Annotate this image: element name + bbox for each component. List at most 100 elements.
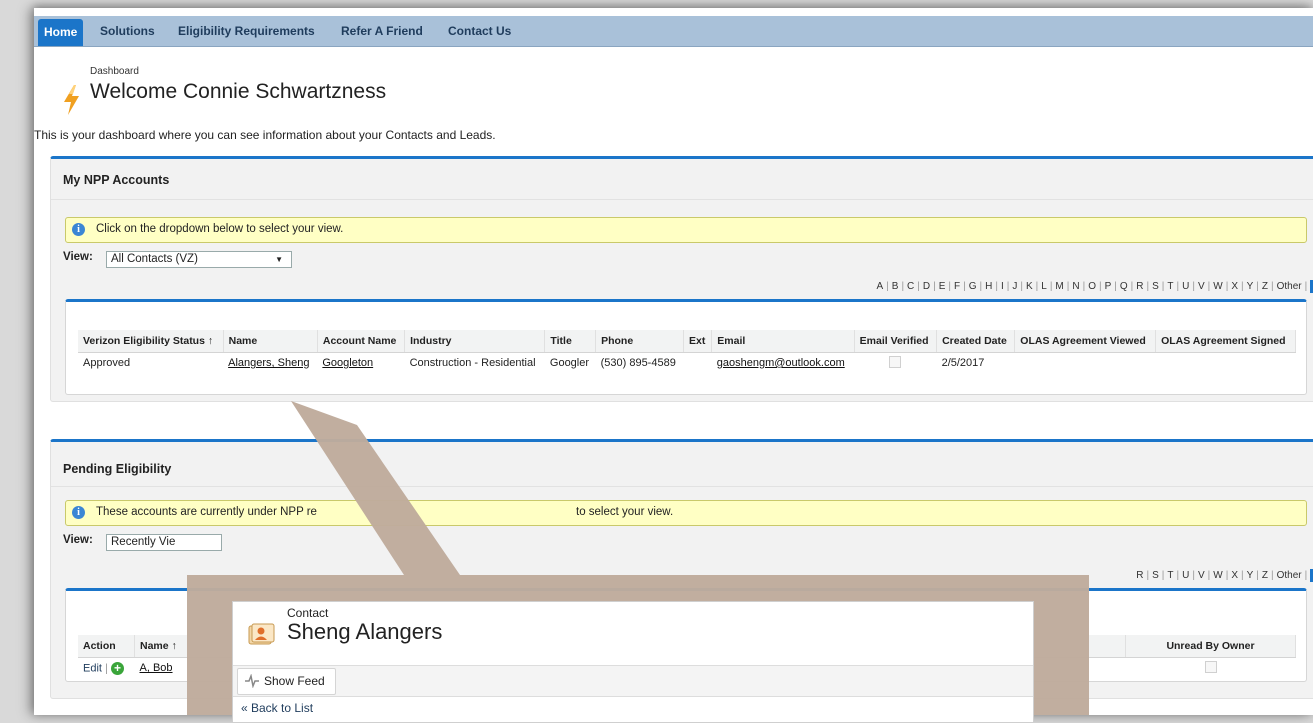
- col-header[interactable]: Unread By Owner: [1125, 635, 1296, 658]
- popup-title: Sheng Alangers: [287, 619, 443, 644]
- alpha-separator: |: [979, 281, 983, 292]
- top-nav: Home Solutions Eligibility Requirements …: [34, 16, 1313, 47]
- cell-phone: (530) 895-4589: [600, 357, 676, 369]
- contact-name-link[interactable]: A, Bob: [140, 662, 173, 674]
- alpha-separator: |: [1256, 281, 1259, 292]
- col-header[interactable]: OLAS Agreement Signed: [1155, 330, 1296, 353]
- alpha-separator: |: [1225, 281, 1229, 292]
- edit-link[interactable]: Edit: [83, 662, 102, 674]
- alpha-letter-other[interactable]: Other: [1277, 281, 1302, 292]
- alpha-letter-x[interactable]: X: [1231, 570, 1238, 581]
- alpha-separator: |: [1304, 570, 1308, 581]
- col-header[interactable]: Action: [78, 635, 135, 658]
- alpha-separator: |: [886, 281, 889, 292]
- alpha-letter-n[interactable]: N: [1072, 281, 1079, 292]
- panel-title: Pending Eligibility: [63, 462, 172, 476]
- alpha-separator: |: [1304, 281, 1308, 292]
- alpha-letter-z[interactable]: Z: [1262, 281, 1268, 292]
- alpha-letter-s[interactable]: S: [1152, 281, 1159, 292]
- col-header[interactable]: OLAS Agreement Viewed: [1014, 330, 1157, 353]
- alpha-separator: |: [1161, 281, 1165, 292]
- alpha-letter-s[interactable]: S: [1152, 570, 1159, 581]
- contact-card-icon: [248, 623, 275, 645]
- accounts-table: Verizon Eligibility Status ↑ Name Accoun…: [78, 330, 1296, 373]
- tab-eligibility-requirements[interactable]: Eligibility Requirements: [178, 16, 315, 46]
- account-name-link[interactable]: Googleton: [322, 357, 373, 369]
- alpha-letter-e[interactable]: E: [939, 281, 946, 292]
- alpha-letter-p[interactable]: P: [1105, 281, 1112, 292]
- alpha-letter-y[interactable]: Y: [1247, 281, 1254, 292]
- alpha-letter-v[interactable]: V: [1198, 570, 1205, 581]
- alpha-letter-r[interactable]: R: [1136, 281, 1143, 292]
- alpha-letter-v[interactable]: V: [1198, 281, 1205, 292]
- alpha-letter-b[interactable]: B: [892, 281, 899, 292]
- view-select[interactable]: All Contacts (VZ) ▼: [106, 251, 292, 268]
- info-icon: i: [72, 506, 85, 519]
- add-icon[interactable]: +: [110, 661, 124, 675]
- alpha-letter-f[interactable]: F: [954, 281, 960, 292]
- contact-popup: Contact Sheng Alangers Show Feed « Back …: [232, 601, 1034, 723]
- tab-solutions[interactable]: Solutions: [100, 16, 155, 46]
- alpha-letter-u[interactable]: U: [1182, 281, 1189, 292]
- table-header-row: Verizon Eligibility Status ↑ Name Accoun…: [78, 330, 1296, 353]
- accounts-list: Verizon Eligibility Status ↑ Name Accoun…: [65, 299, 1307, 395]
- alpha-letter-j[interactable]: J: [1012, 281, 1017, 292]
- col-header[interactable]: Phone: [595, 330, 685, 353]
- page-description: This is your dashboard where you can see…: [34, 128, 496, 142]
- col-header[interactable]: Industry: [404, 330, 546, 353]
- cell-ext: [684, 353, 712, 374]
- alpha-letter-t[interactable]: T: [1167, 281, 1173, 292]
- contact-name-link[interactable]: Alangers, Sheng: [228, 357, 309, 369]
- alphabet-filter: A | B | C | D | E | F | G | H | I | J | K | L | M | N | O | P | Q | R | S | T |…: [876, 280, 1313, 293]
- alpha-letter-z[interactable]: Z: [1262, 570, 1268, 581]
- tab-home[interactable]: Home: [38, 19, 84, 46]
- alpha-separator: |: [933, 281, 936, 292]
- email-verified-checkbox: [889, 355, 902, 368]
- alpha-letter-m[interactable]: M: [1055, 281, 1063, 292]
- alpha-letter-o[interactable]: O: [1088, 281, 1096, 292]
- alpha-letter-a[interactable]: A: [876, 281, 883, 292]
- email-link[interactable]: gaoshengm@outlook.com: [717, 357, 845, 369]
- tab-contact-us[interactable]: Contact Us: [448, 16, 511, 46]
- col-header[interactable]: Ext: [683, 330, 713, 353]
- alpha-separator: |: [1192, 570, 1195, 581]
- back-to-list-link[interactable]: « Back to List: [241, 701, 313, 715]
- alpha-letter-g[interactable]: G: [969, 281, 977, 292]
- show-feed-button[interactable]: Show Feed: [237, 668, 336, 695]
- alpha-letter-w[interactable]: W: [1213, 281, 1222, 292]
- alpha-letter-other[interactable]: Other: [1277, 570, 1302, 581]
- alpha-separator: |: [1207, 281, 1211, 292]
- alpha-separator: |: [917, 281, 920, 292]
- alpha-letter-l[interactable]: L: [1041, 281, 1047, 292]
- alpha-letter-h[interactable]: H: [985, 281, 992, 292]
- alpha-letter-y[interactable]: Y: [1247, 570, 1254, 581]
- alpha-separator: |: [1176, 570, 1180, 581]
- view-select[interactable]: Recently Vie: [106, 534, 222, 551]
- col-header[interactable]: Created Date: [936, 330, 1016, 353]
- cell-title: Googler: [549, 357, 590, 369]
- alpha-letter-d[interactable]: D: [923, 281, 930, 292]
- alpha-letter-k[interactable]: K: [1026, 281, 1033, 292]
- alpha-letter-q[interactable]: Q: [1120, 281, 1128, 292]
- col-header[interactable]: Email Verified: [854, 330, 938, 353]
- col-header[interactable]: Name: [223, 330, 318, 353]
- panel-title: My NPP Accounts: [63, 173, 170, 187]
- alpha-separator: |: [1146, 570, 1150, 581]
- alpha-letter-i[interactable]: I: [1001, 281, 1004, 292]
- col-header[interactable]: Title: [544, 330, 597, 353]
- alpha-letter-r[interactable]: R: [1136, 570, 1143, 581]
- alpha-separator: |: [1240, 570, 1244, 581]
- alpha-separator: |: [1035, 281, 1039, 292]
- col-header[interactable]: Account Name: [317, 330, 406, 353]
- feed-bar: Show Feed: [233, 665, 1033, 697]
- alpha-separator: |: [1099, 281, 1102, 292]
- col-header[interactable]: Email: [711, 330, 855, 353]
- alpha-letter-u[interactable]: U: [1182, 570, 1189, 581]
- tab-refer-a-friend[interactable]: Refer A Friend: [341, 16, 423, 46]
- alpha-letter-t[interactable]: T: [1167, 570, 1173, 581]
- cell-olas-viewed: [1015, 353, 1156, 374]
- alpha-letter-w[interactable]: W: [1213, 570, 1222, 581]
- alpha-letter-c[interactable]: C: [907, 281, 914, 292]
- alpha-letter-x[interactable]: X: [1231, 281, 1238, 292]
- col-header[interactable]: Verizon Eligibility Status ↑: [78, 330, 224, 353]
